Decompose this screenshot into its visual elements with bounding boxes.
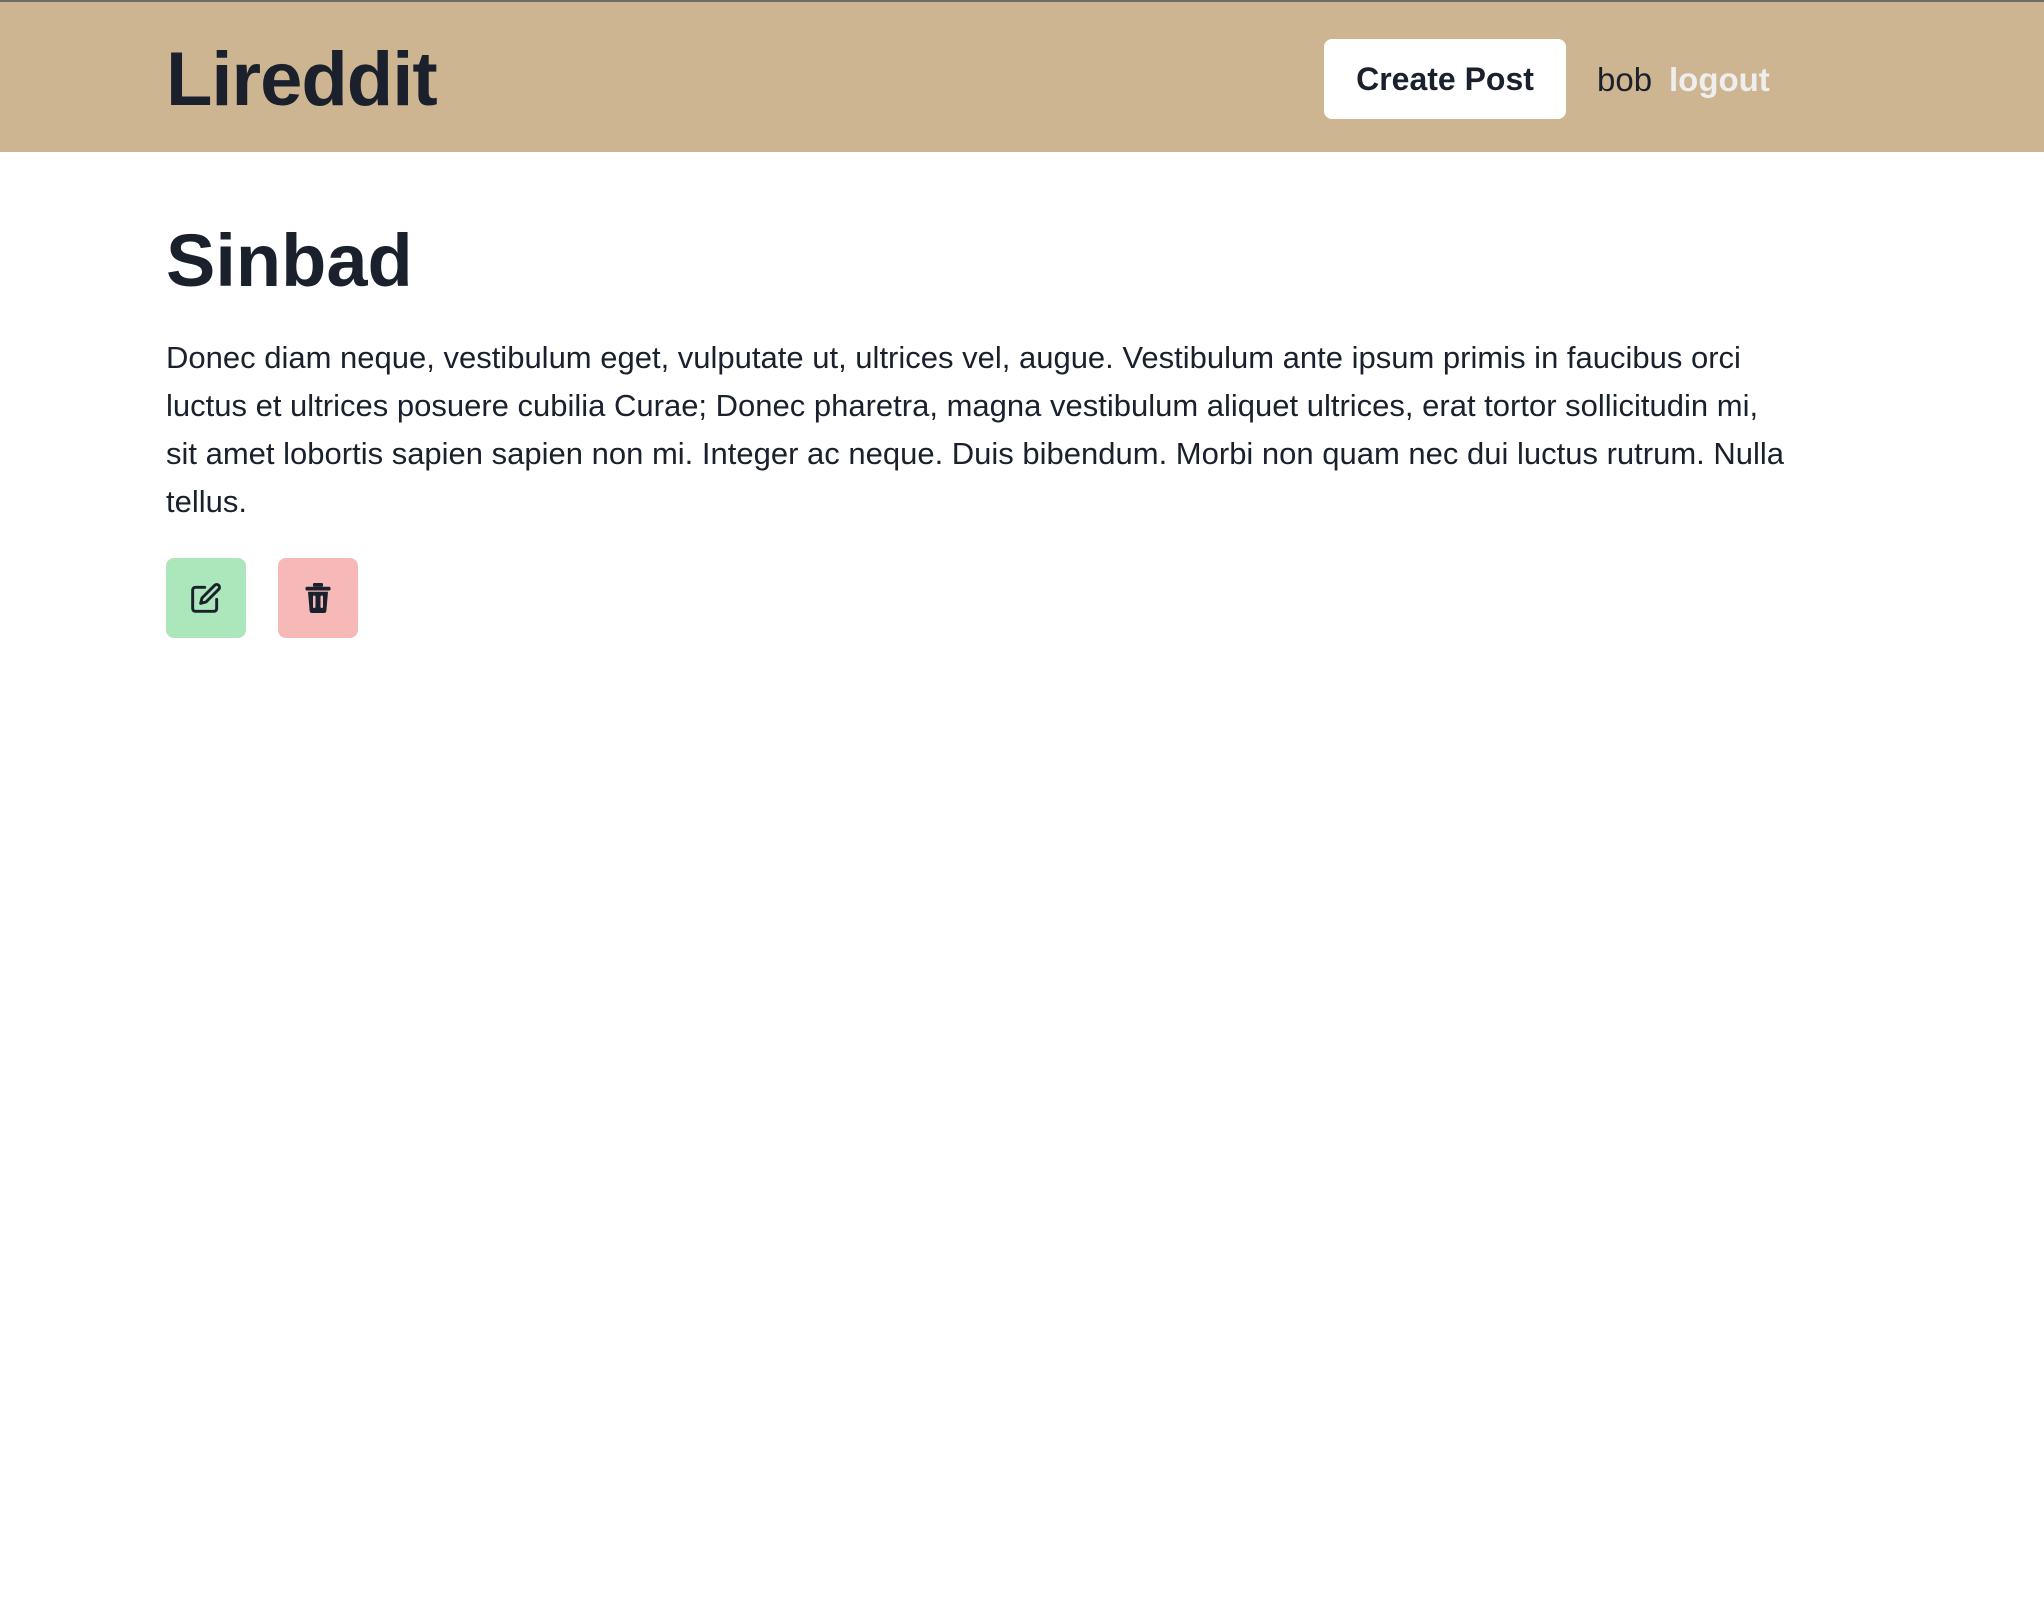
edit-icon <box>191 583 221 613</box>
logout-button[interactable]: logout <box>1669 60 1770 100</box>
create-post-button[interactable]: Create Post <box>1324 39 1566 119</box>
edit-post-button[interactable] <box>166 558 246 638</box>
username-label: bob <box>1597 61 1653 98</box>
navbar: Lireddit Create Post bob logout <box>0 2 2044 152</box>
site-logo[interactable]: Lireddit <box>166 38 438 122</box>
trash-icon <box>305 583 331 613</box>
post-title: Sinbad <box>166 219 413 302</box>
delete-post-button[interactable] <box>278 558 358 638</box>
post-body: Donec diam neque, vestibulum eget, vulpu… <box>166 340 1785 519</box>
